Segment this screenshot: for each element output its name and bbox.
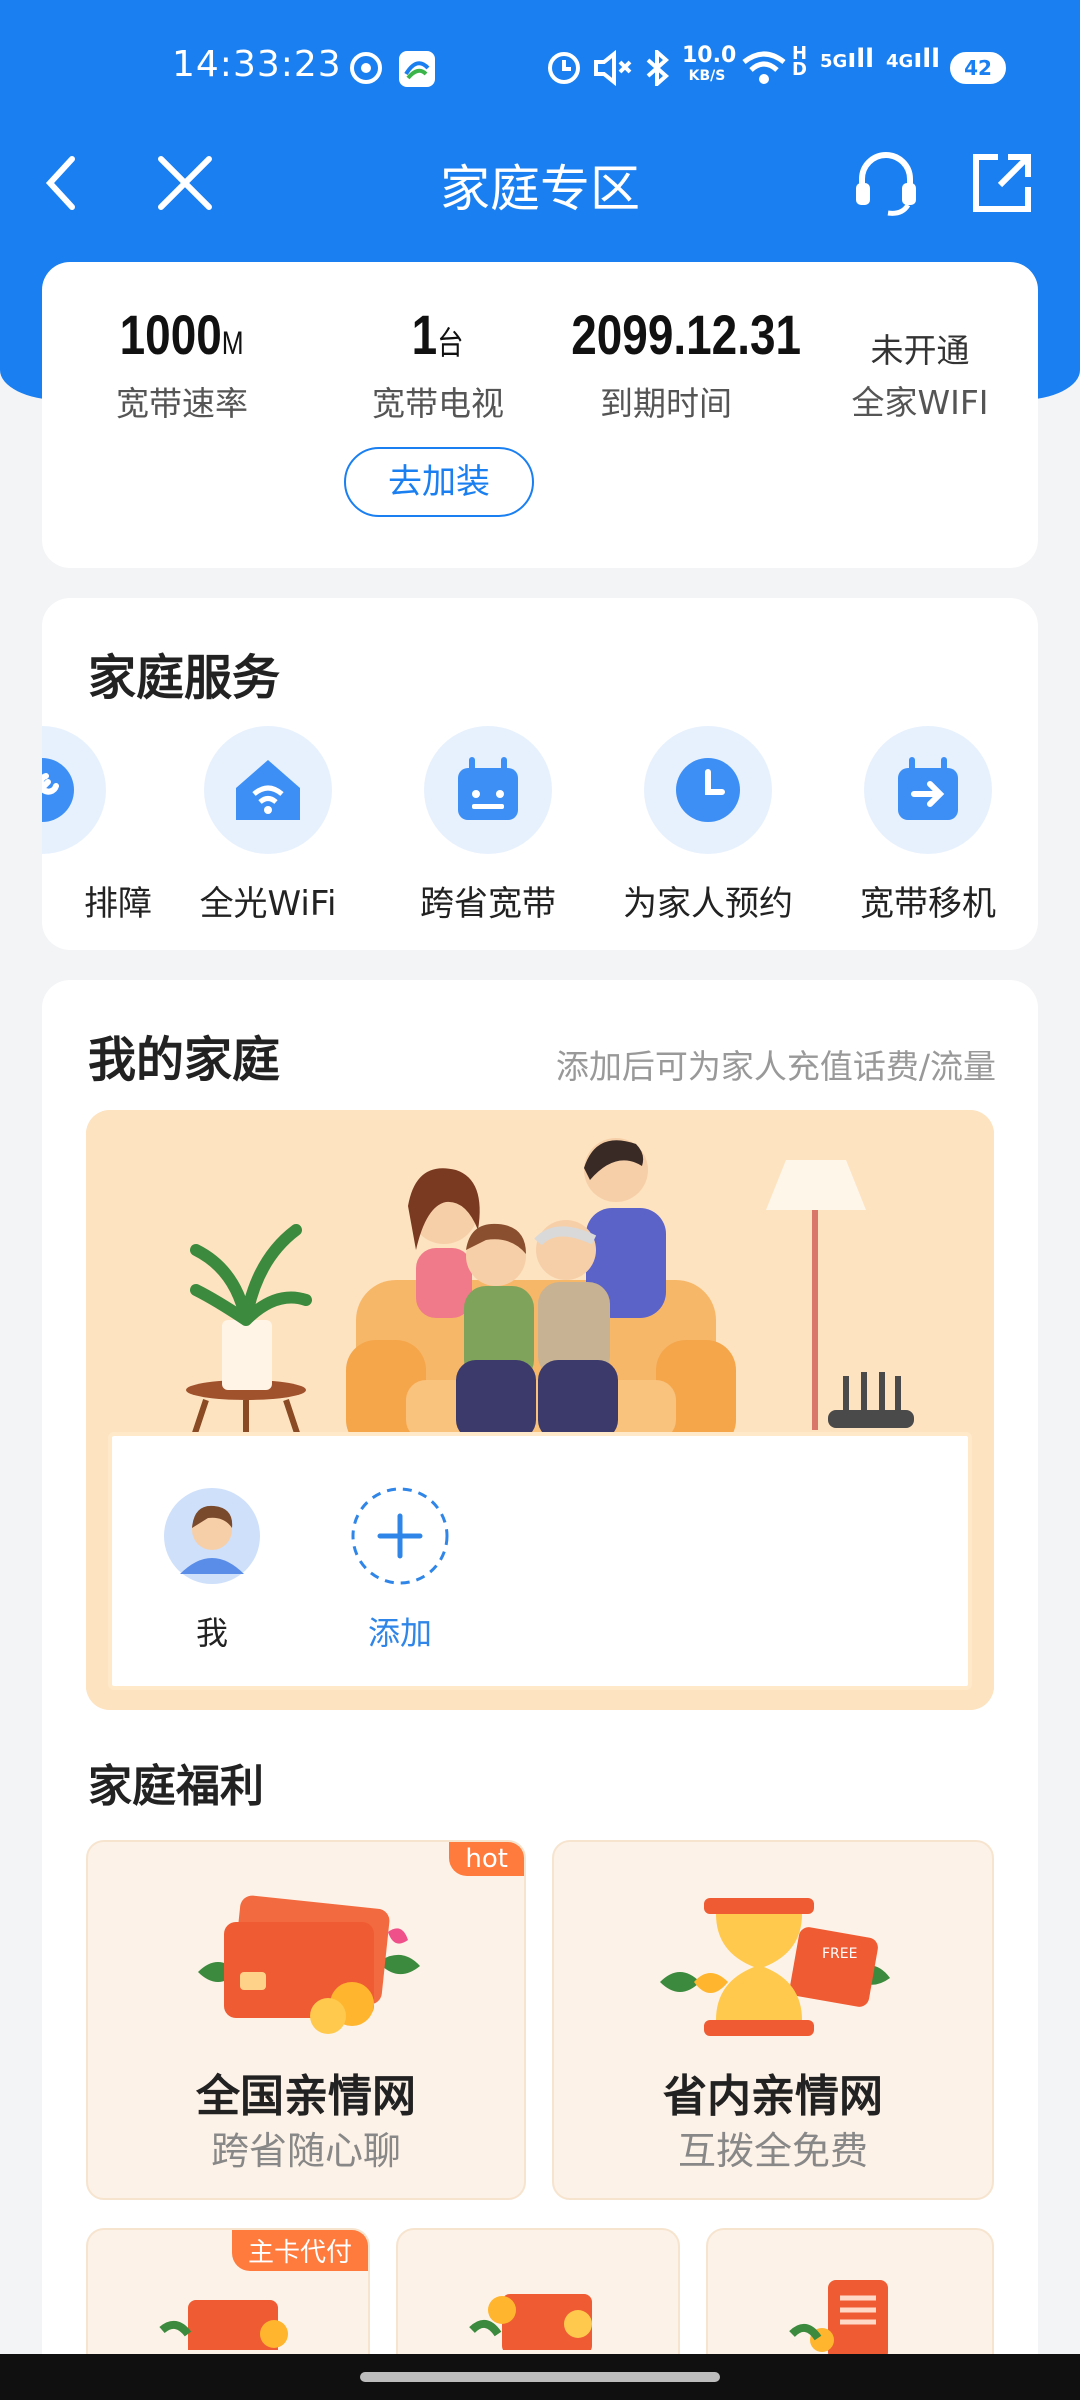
service-item-wifi[interactable]: 全光WiFi: [158, 726, 378, 925]
family-members-panel: 我 添加: [108, 1432, 972, 1690]
home-wifi-icon: [236, 760, 300, 820]
avatar: [164, 1488, 260, 1584]
service-item-troubleshoot[interactable]: 排障: [42, 726, 152, 925]
share-icon: [973, 154, 1031, 212]
wifi-icon: [742, 51, 786, 84]
router-icon: [458, 757, 518, 820]
family-services-card: 家庭服务 排障 全光WiFi 跨省宽带 为家人预约 宽带移机: [42, 598, 1038, 950]
free-badge: FREE: [822, 1946, 857, 1962]
service-item-relocate[interactable]: 宽带移机: [818, 726, 1038, 925]
netease-music-icon: [350, 52, 382, 84]
cards-icon: [198, 1895, 420, 2034]
stat-tv: 1台 宽带电视: [372, 303, 504, 423]
share-button[interactable]: [962, 143, 1042, 223]
nav-bar: 家庭专区: [0, 135, 1080, 235]
hot-badge: hot: [449, 1842, 524, 1876]
signal-5g: 5Gıll: [820, 44, 875, 74]
move-icon: [898, 757, 958, 820]
member-card-icon: [469, 2294, 592, 2350]
welfare-card-subtitle: 跨省随心聊: [210, 2129, 401, 2173]
alarm-icon: [548, 52, 580, 84]
add-member-button[interactable]: 添加: [340, 1486, 460, 1654]
primary-card-pay-badge: 主卡代付: [231, 2230, 368, 2271]
welfare-card-subtitle: 互拨全免费: [677, 2129, 868, 2173]
stat-expiry: 2099.12.31 到期时间: [571, 303, 802, 423]
my-family-card: 我的家庭 添加后可为家人充值话费/流量 我 添加 家庭福利 hot 全国亲情网 …: [42, 980, 1038, 2400]
add-icon: [351, 1487, 449, 1585]
mute-icon: [594, 50, 632, 86]
hourglass-icon: FREE: [660, 1898, 890, 2036]
welfare-card-title: 全国亲情网: [196, 2071, 416, 2122]
headset-icon: [856, 152, 916, 216]
service-item-appointment[interactable]: 为家人预约: [598, 726, 818, 925]
customer-service-button[interactable]: [846, 143, 926, 223]
stat-speed: 1000M 宽带速率: [116, 303, 248, 423]
hd-indicator: HD: [792, 43, 808, 80]
clock-icon: [676, 758, 740, 822]
phone-bill-icon: [789, 2280, 888, 2354]
broadband-summary-card: 1000M 宽带速率 1台 宽带电视 2099.12.31 到期时间 未开通 全…: [42, 262, 1038, 568]
add-service-button[interactable]: 去加装: [344, 447, 534, 517]
service-item-cross-province[interactable]: 跨省宽带: [378, 726, 598, 925]
family-card-icon: [159, 2300, 288, 2350]
services-title: 家庭服务: [88, 650, 281, 706]
stat-wifi: 未开通 全家WIFI: [851, 331, 989, 422]
battery-indicator: 42: [950, 52, 1006, 84]
family-hint: 添加后可为家人充值话费/流量: [555, 1047, 996, 1086]
home-indicator[interactable]: [360, 2372, 720, 2382]
china-mobile-icon: [399, 51, 435, 87]
bluetooth-icon: [646, 50, 670, 86]
welfare-card-national[interactable]: hot 全国亲情网 跨省随心聊: [86, 1840, 526, 2200]
system-navigation-bar: [0, 2354, 1080, 2400]
status-time: 14:33:23: [172, 44, 342, 85]
signal-4g: 4Gıll: [886, 44, 941, 74]
welfare-title: 家庭福利: [88, 1761, 264, 1812]
wrench-icon: [42, 758, 74, 822]
member-me[interactable]: 我: [152, 1486, 272, 1654]
status-bar: 14:33:23 10.0 KB/S HD 5Gıll 4Gıll 42: [0, 0, 1080, 135]
welfare-card-title: 省内亲情网: [663, 2071, 883, 2122]
family-title: 我的家庭: [88, 1032, 281, 1088]
welfare-card-provincial[interactable]: FREE 省内亲情网 互拨全免费: [552, 1840, 994, 2200]
net-speed: 10.0 KB/S: [682, 43, 737, 85]
